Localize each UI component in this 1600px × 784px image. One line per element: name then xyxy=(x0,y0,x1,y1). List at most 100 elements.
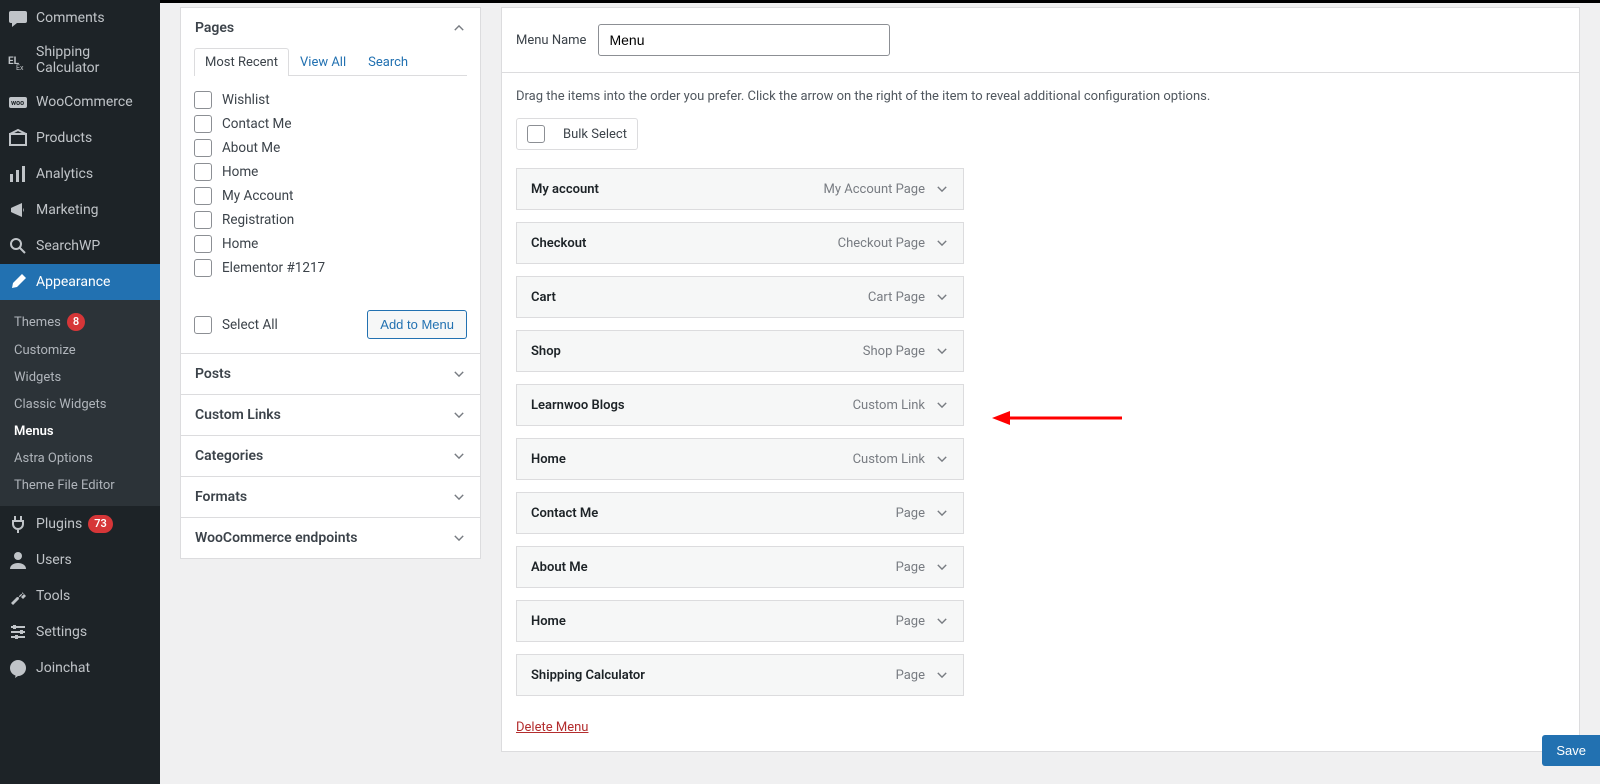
page-option[interactable]: Elementor #1217 xyxy=(194,256,463,280)
menu-item-type: Page xyxy=(896,560,925,575)
sidebar-item-label: WooCommerce xyxy=(36,94,133,110)
chevron-down-icon[interactable] xyxy=(935,344,949,358)
comment-icon xyxy=(8,8,28,28)
woo-icon xyxy=(8,92,28,112)
tab-view-all[interactable]: View All xyxy=(289,48,357,76)
menu-item[interactable]: Home Custom Link xyxy=(516,438,964,480)
menu-item-title: Contact Me xyxy=(531,506,598,521)
user-icon xyxy=(8,550,28,570)
menu-item[interactable]: Cart Cart Page xyxy=(516,276,964,318)
chevron-up-icon xyxy=(452,21,466,35)
menu-item-type: Shop Page xyxy=(863,344,925,359)
sidebar-item-settings[interactable]: Settings xyxy=(0,614,160,650)
sidebar-item-products[interactable]: Products xyxy=(0,120,160,156)
add-to-menu-button[interactable]: Add to Menu xyxy=(367,310,467,339)
menu-item-type: Custom Link xyxy=(853,452,925,467)
panel-formats[interactable]: Formats xyxy=(180,476,481,518)
checkbox-icon xyxy=(194,115,212,133)
page-option[interactable]: My Account xyxy=(194,184,463,208)
select-all-label: Select All xyxy=(222,317,278,333)
page-option[interactable]: Wishlist xyxy=(194,88,463,112)
admin-sidebar: CommentsShipping Calculator WooCommerce Pr… xyxy=(0,0,160,784)
submenu-item[interactable]: Customize xyxy=(0,337,160,364)
chevron-down-icon[interactable] xyxy=(935,506,949,520)
panel-posts[interactable]: Posts xyxy=(180,353,481,395)
sidebar-item-appearance[interactable]: Appearance xyxy=(0,264,160,300)
menu-item[interactable]: My accountMy Account Page xyxy=(516,168,964,210)
menu-item[interactable]: HomePage xyxy=(516,600,964,642)
submenu-label: Classic Widgets xyxy=(14,397,107,412)
pages-list[interactable]: Wishlist Contact Me About Me Home My Account… xyxy=(194,88,467,296)
chevron-down-icon[interactable] xyxy=(935,182,949,196)
submenu-item[interactable]: Classic Widgets xyxy=(0,391,160,418)
chevron-down-icon[interactable] xyxy=(935,290,949,304)
menu-item[interactable]: About MePage xyxy=(516,546,964,588)
menu-item[interactable]: Shipping CalculatorPage xyxy=(516,654,964,696)
menu-item[interactable]: Learnwoo BlogsCustom Link xyxy=(516,384,964,426)
update-badge: 8 xyxy=(67,313,85,331)
sidebar-item-marketing[interactable]: Marketing xyxy=(0,192,160,228)
page-option[interactable]: Home xyxy=(194,160,463,184)
menu-item-title: Learnwoo Blogs xyxy=(531,398,625,413)
save-menu-button[interactable]: Save xyxy=(1542,735,1600,766)
page-option-label: My Account xyxy=(222,188,293,204)
checkbox-icon xyxy=(194,316,212,334)
menu-item-type: Cart Page xyxy=(868,290,925,305)
tab-most-recent[interactable]: Most Recent xyxy=(194,48,289,76)
menu-items-list: My accountMy Account Page CheckoutCheckou… xyxy=(516,168,964,696)
menu-item[interactable]: CheckoutCheckout Page xyxy=(516,222,964,264)
tab-search[interactable]: Search xyxy=(357,48,419,76)
checkbox-icon xyxy=(194,91,212,109)
sidebar-item-label: Products xyxy=(36,130,92,146)
sidebar-item-analytics[interactable]: Analytics xyxy=(0,156,160,192)
appearance-submenu: Themes8CustomizeWidgets Classic Widgets Me… xyxy=(0,300,160,506)
update-badge: 73 xyxy=(88,515,113,533)
menu-item-type: Page xyxy=(896,614,925,629)
submenu-item[interactable]: Menus xyxy=(0,418,160,445)
page-option-label: About Me xyxy=(222,140,280,156)
chevron-down-icon[interactable] xyxy=(935,452,949,466)
menu-item-title: Cart xyxy=(531,290,556,305)
menu-name-input[interactable] xyxy=(598,24,890,56)
submenu-item[interactable]: Widgets xyxy=(0,364,160,391)
sidebar-item-plugins[interactable]: Plugins73 xyxy=(0,506,160,542)
sidebar-item-woocommerce[interactable]: WooCommerce xyxy=(0,84,160,120)
panel-woocommerce-endpoints[interactable]: WooCommerce endpoints xyxy=(180,517,481,559)
sidebar-item-shipcalc[interactable]: Shipping Calculator xyxy=(0,36,160,84)
chevron-down-icon[interactable] xyxy=(935,614,949,628)
sidebar-item-searchwp[interactable]: SearchWP xyxy=(0,228,160,264)
page-option[interactable]: About Me xyxy=(194,136,463,160)
submenu-item[interactable]: Themes8 xyxy=(0,307,160,337)
page-option-label: Wishlist xyxy=(222,92,270,108)
chevron-down-icon[interactable] xyxy=(935,398,949,412)
select-all[interactable]: Select All xyxy=(194,313,278,337)
submenu-item[interactable]: Theme File Editor xyxy=(0,472,160,499)
bulk-select[interactable]: Bulk Select xyxy=(516,118,638,150)
chevron-down-icon[interactable] xyxy=(935,560,949,574)
page-option-label: Home xyxy=(222,236,258,252)
page-option[interactable]: Contact Me xyxy=(194,112,463,136)
panel-custom-links[interactable]: Custom Links xyxy=(180,394,481,436)
chevron-down-icon[interactable] xyxy=(935,668,949,682)
menu-item-type: My Account Page xyxy=(824,182,925,197)
submenu-item[interactable]: Astra Options xyxy=(0,445,160,472)
sidebar-item-tools[interactable]: Tools xyxy=(0,578,160,614)
menu-item[interactable]: Contact MePage xyxy=(516,492,964,534)
chevron-down-icon xyxy=(452,408,466,422)
panel-categories[interactable]: Categories xyxy=(180,435,481,477)
chevron-down-icon xyxy=(452,367,466,381)
menu-item[interactable]: ShopShop Page xyxy=(516,330,964,372)
sidebar-item-comments[interactable]: Comments xyxy=(0,0,160,36)
pages-panel-header[interactable]: Pages xyxy=(181,8,480,48)
chevron-down-icon xyxy=(452,531,466,545)
sidebar-item-joinchat[interactable]: Joinchat xyxy=(0,650,160,686)
plug-icon xyxy=(8,514,28,534)
menu-item-title: Home xyxy=(531,452,566,467)
sidebar-item-users[interactable]: Users xyxy=(0,542,160,578)
page-option[interactable]: Registration xyxy=(194,208,463,232)
panel-title: Categories xyxy=(195,448,263,464)
menu-item-title: Checkout xyxy=(531,236,586,251)
page-option[interactable]: Home xyxy=(194,232,463,256)
chevron-down-icon[interactable] xyxy=(935,236,949,250)
delete-menu-link[interactable]: Delete Menu xyxy=(516,720,588,735)
